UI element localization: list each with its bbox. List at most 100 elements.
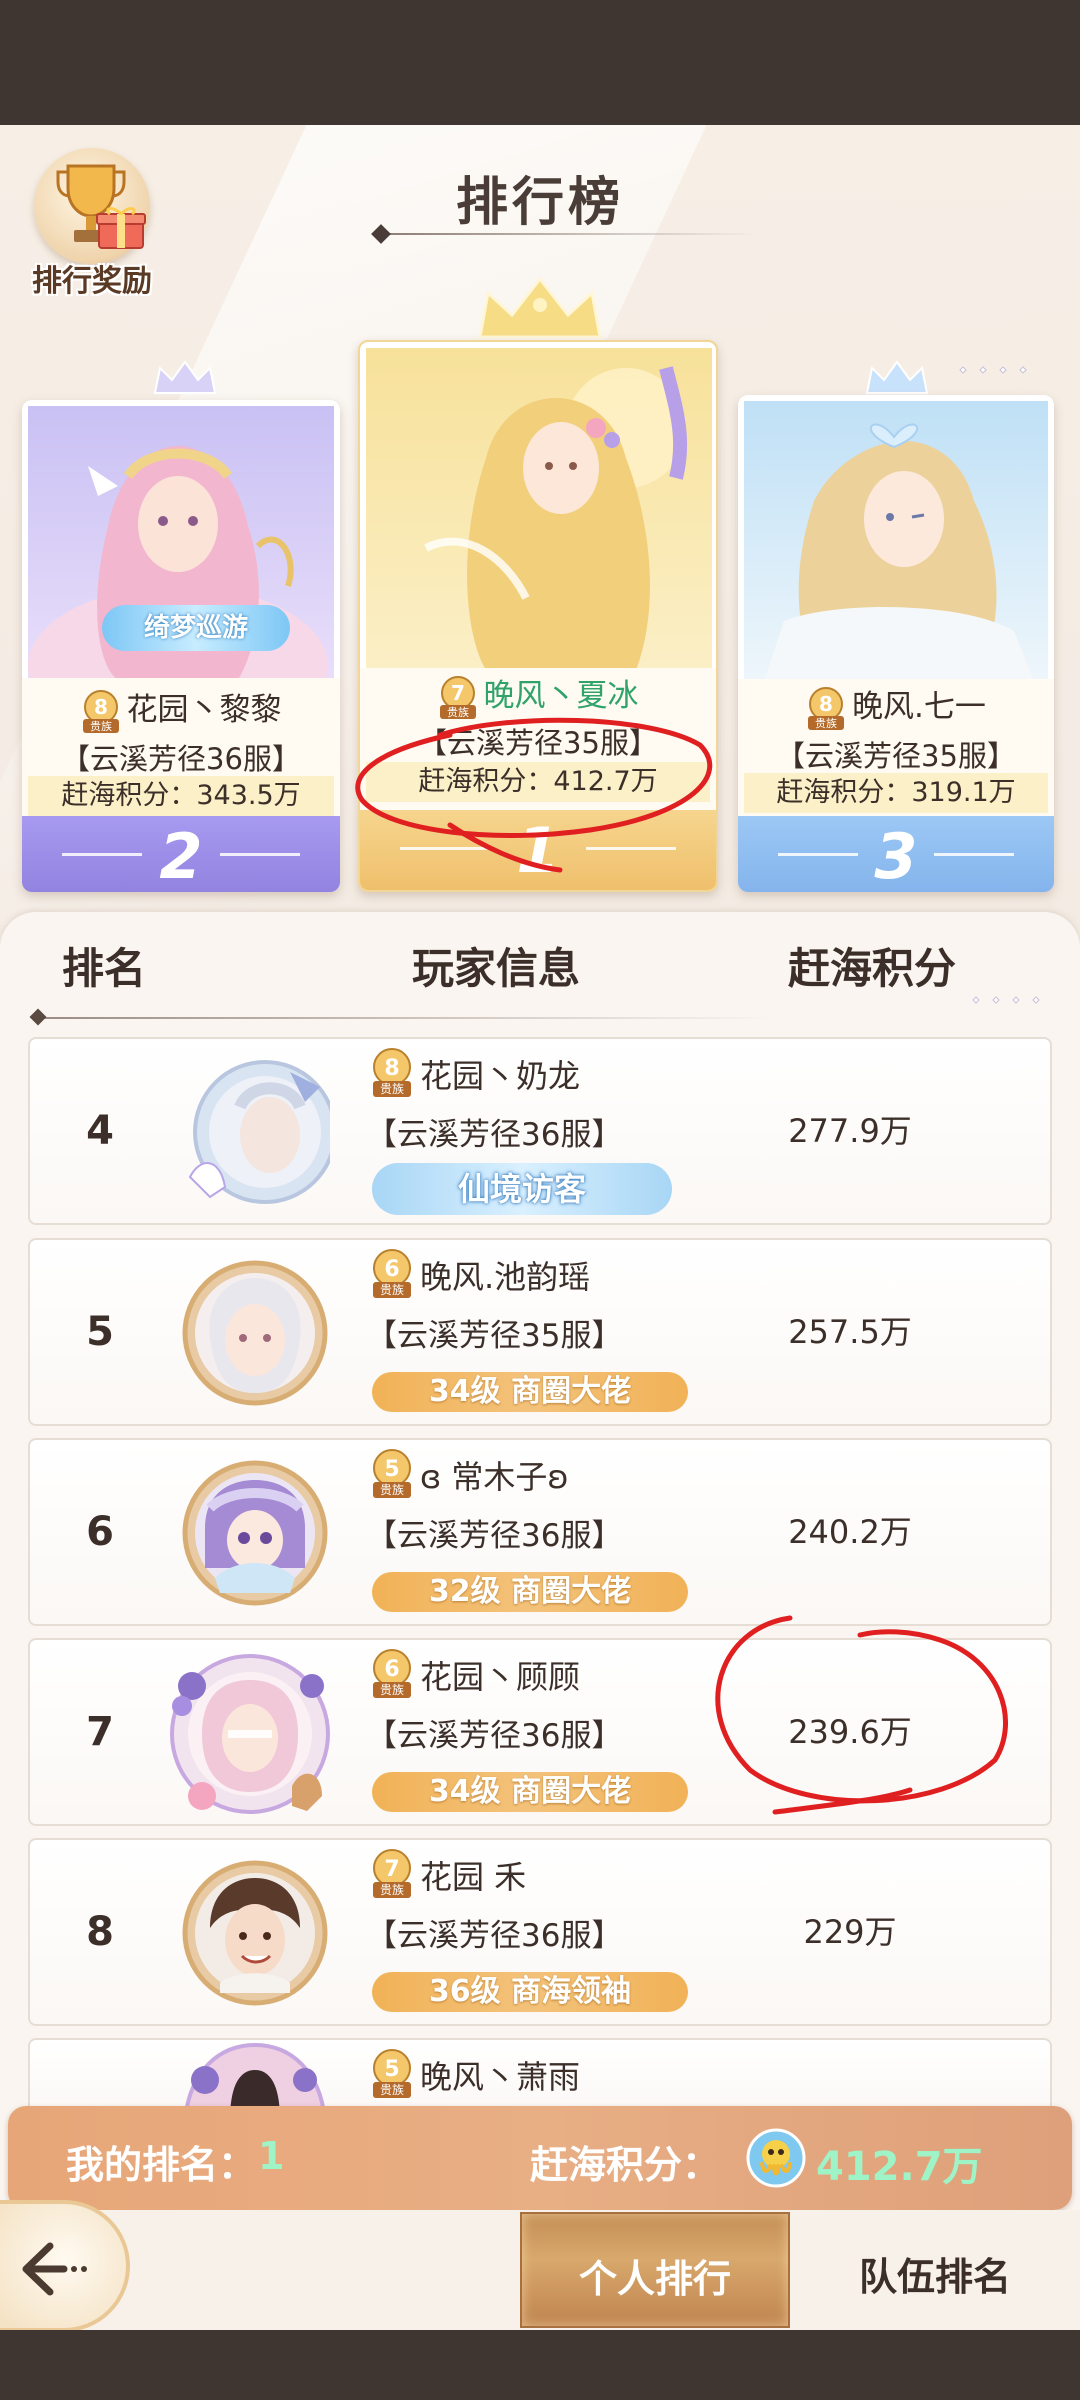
podium-2-badge: 绮梦巡游: [102, 605, 290, 651]
row-title-badge: 34级 商圈大佬: [372, 1372, 688, 1412]
row-noble-text: 贵族: [380, 1283, 404, 1297]
podium-3-score: 赶海积分：319.1万: [744, 773, 1048, 813]
noble-badge-icon: 5 贵族: [373, 1449, 411, 1498]
tab-personal-ranking[interactable]: 个人排行: [520, 2212, 790, 2328]
row-server: 【云溪芳径36服】: [366, 1518, 623, 1554]
player-avatar: [182, 1460, 328, 1606]
podium-card-1[interactable]: 7 贵族 晚风丶夏冰 【云溪芳径35服】 赶海积分：412.7万 1: [358, 340, 718, 892]
player-avatar: [170, 1654, 330, 1814]
noble-badge-icon: 8 贵族: [82, 689, 119, 733]
back-button[interactable]: [0, 2200, 130, 2332]
row-score: 229万: [803, 1913, 897, 1951]
player-avatar: [182, 1260, 328, 1406]
title-divider: [380, 233, 760, 235]
tab-team-ranking[interactable]: 队伍排名: [800, 2212, 1070, 2328]
row-title-badge: 仙境访客: [372, 1163, 672, 1215]
podium-2-name: 花园丶黎黎: [126, 692, 282, 728]
player-avatar: [182, 1860, 328, 2006]
podium-3-name-row: 8 贵族 晚风.七一: [738, 681, 1054, 732]
header-rank: 排名: [62, 944, 147, 993]
row-score: 257.5万: [788, 1313, 912, 1351]
top-status-area: [0, 0, 1080, 125]
podium-3-server: 【云溪芳径35服】: [776, 739, 1016, 773]
podium-2-score: 赶海积分：343.5万: [28, 776, 334, 816]
row-player-name: 花园 禾: [420, 1858, 527, 1896]
player-1-portrait: [366, 348, 712, 670]
podium-2-server: 【云溪芳径36服】: [61, 742, 301, 776]
row-score: 239.6万: [788, 1713, 912, 1751]
my-score-label: 赶海积分：: [530, 2143, 721, 2187]
podium-1-name: 晚风丶夏冰: [483, 678, 639, 714]
row-player-name: 晚风.池韵瑶: [420, 1258, 591, 1296]
table-row[interactable]: 6 5 贵族 ɞ 常木子ʚ 【云溪芳径36服】 32级 商圈大佬 240.2万: [28, 1438, 1052, 1626]
player-3-portrait: [744, 401, 1048, 681]
podium-1-server: 【云溪芳径35服】: [418, 726, 658, 760]
noble-badge-icon: 6 贵族: [373, 1249, 411, 1298]
row-noble-level: 5: [384, 2057, 399, 2082]
row-title-badge: 36级 商海领袖: [372, 1972, 688, 2012]
row-rank: 6: [86, 1509, 114, 1555]
header-divider: [34, 1017, 774, 1019]
table-row[interactable]: 7 6 贵族 花园丶顾顾 【云溪芳径36服】 34级 商圈大佬 239.6万: [28, 1638, 1052, 1826]
row-noble-text: 贵族: [380, 1683, 404, 1697]
podium-1-rank: 1: [516, 814, 560, 887]
row-server: 【云溪芳径36服】: [366, 1117, 623, 1153]
row-title-badge: 34级 商圈大佬: [372, 1772, 688, 1812]
page-title: 排行榜: [455, 173, 624, 233]
podium-card-3[interactable]: 8 贵族 晚风.七一 【云溪芳径35服】 赶海积分：319.1万 3: [738, 395, 1054, 892]
octopus-coin-icon: [746, 2128, 806, 2188]
noble-badge-icon: 8 贵族: [808, 686, 845, 730]
row-noble-text: 贵族: [380, 2083, 404, 2097]
noble-badge-icon: 6 贵族: [373, 1649, 411, 1698]
row-rank: 7: [86, 1709, 114, 1755]
row-player-name: 花园丶奶龙: [420, 1057, 581, 1095]
table-row[interactable]: 4 8 贵族 花园丶奶龙 【云溪芳径36服】 仙境访客 277.9万: [28, 1037, 1052, 1225]
podium-2-noble-text: 贵族: [90, 719, 112, 733]
row-noble-level: 7: [384, 1857, 399, 1882]
row-noble-level: 5: [384, 1457, 399, 1482]
header-score: 赶海积分: [788, 944, 957, 993]
podium-1-score: 赶海积分：412.7万: [366, 762, 710, 802]
podium-2-name-row: 8 贵族 花园丶黎黎: [22, 684, 340, 735]
podium-3-rank-strip: 3: [738, 816, 1054, 892]
my-rank-bar: 我的排名： 1 赶海积分： 412.7万: [8, 2106, 1072, 2210]
row-player-name: ɞ 常木子ʚ: [420, 1458, 569, 1496]
podium-card-2[interactable]: 绮梦巡游 8 贵族 花园丶黎黎 【云溪芳径36服】 赶海积分：343.5万 2: [22, 400, 340, 892]
row-rank: 8: [86, 1909, 114, 1955]
player-avatar: [188, 1060, 330, 1204]
row-player-name: 花园丶顾顾: [420, 1658, 581, 1696]
podium-2-rank-strip: 2: [22, 816, 340, 892]
row-rank: 5: [86, 1309, 114, 1355]
row-noble-text: 贵族: [380, 1883, 404, 1897]
my-rank-value: 1: [258, 2134, 285, 2178]
noble-badge-icon: 7 贵族: [373, 1849, 411, 1898]
header-player-info: 玩家信息: [412, 944, 581, 993]
podium-3-name: 晚风.七一: [852, 689, 986, 725]
row-server: 【云溪芳径36服】: [366, 1918, 623, 1954]
tab-personal-label: 个人排行: [578, 2257, 731, 2301]
noble-badge-icon: 5 贵族: [373, 2049, 411, 2098]
podium-2-rank: 2: [159, 820, 203, 892]
table-row[interactable]: 8 7 贵族 花园 禾 【云溪芳径36服】 36级 商海领袖 229万: [28, 1838, 1052, 2026]
podium-1-noble-text: 贵族: [447, 705, 469, 719]
noble-badge-icon: 8 贵族: [373, 1048, 411, 1097]
podium-2-noble-level: 8: [94, 695, 108, 719]
podium-3-rank: 3: [874, 820, 918, 892]
row-title-badge: 32级 商圈大佬: [372, 1572, 688, 1612]
podium-1-noble-level: 7: [451, 681, 465, 705]
podium-3-noble-level: 8: [819, 692, 833, 716]
row-noble-text: 贵族: [380, 1483, 404, 1497]
bottom-system-area: [0, 2330, 1080, 2400]
back-arrow-icon: [22, 2242, 87, 2296]
table-row[interactable]: 5 6 贵族 晚风.池韵瑶 【云溪芳径35服】 34级 商圈大佬 257.5万: [28, 1238, 1052, 1426]
row-server: 【云溪芳径35服】: [366, 1318, 623, 1354]
row-score: 240.2万: [788, 1513, 912, 1551]
podium-1-name-row: 7 贵族 晚风丶夏冰: [360, 670, 716, 721]
reward-label: 排行奖励: [32, 264, 152, 299]
podium-3-noble-text: 贵族: [815, 716, 837, 730]
podium-1-rank-strip: 1: [360, 810, 716, 890]
my-score-value: 412.7万: [816, 2144, 983, 2190]
row-noble-level: 6: [384, 1257, 399, 1282]
row-server: 【云溪芳径36服】: [366, 1718, 623, 1754]
row-noble-level: 8: [384, 1056, 399, 1081]
